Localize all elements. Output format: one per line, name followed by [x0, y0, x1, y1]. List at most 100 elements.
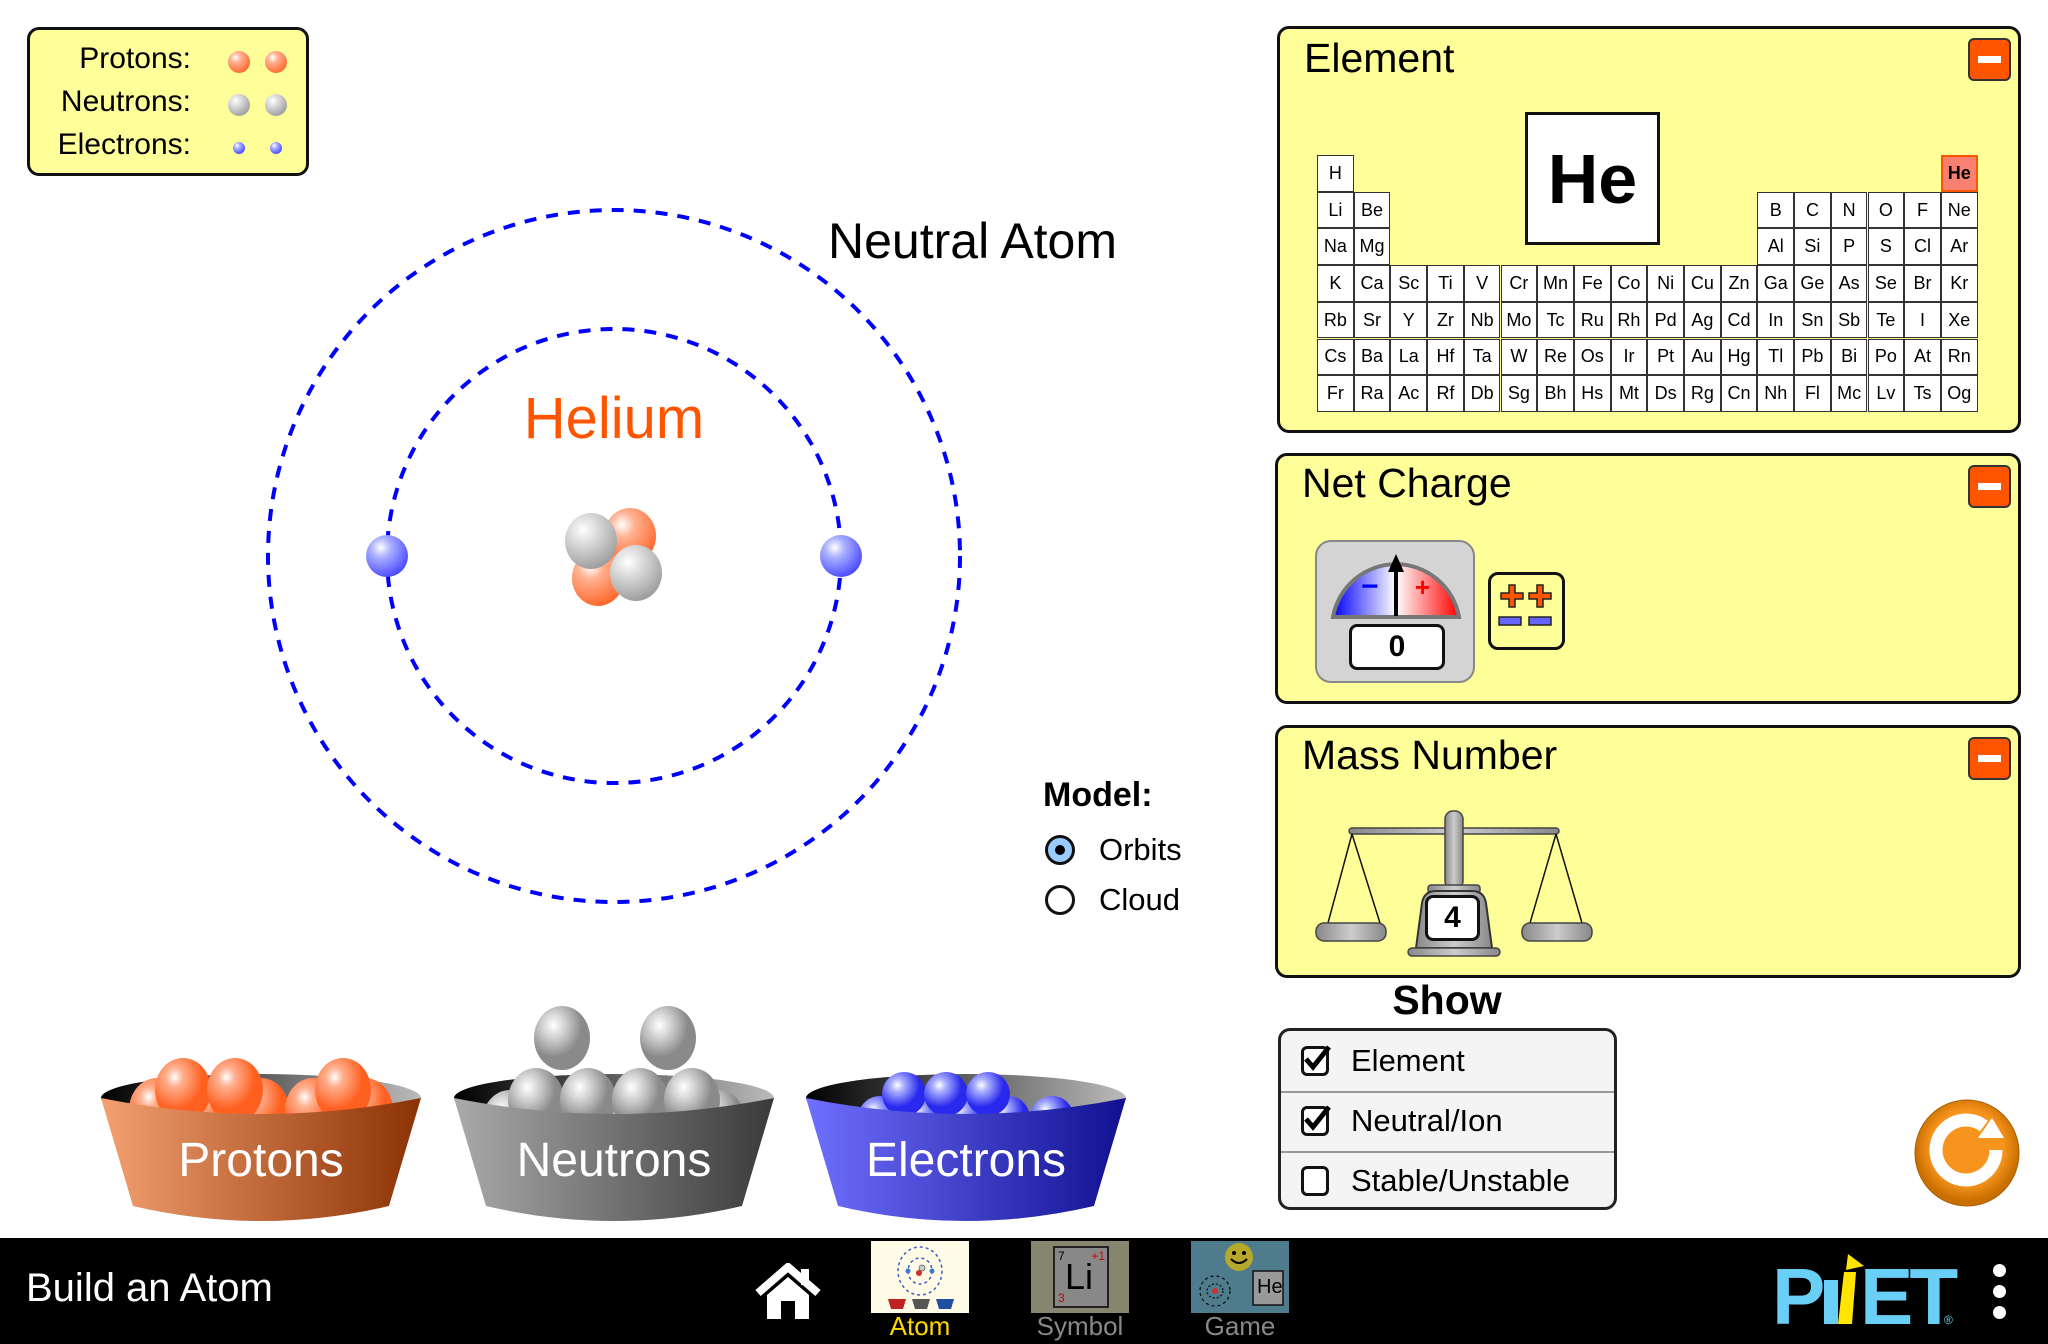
periodic-cell-au[interactable]: Au — [1684, 338, 1721, 376]
periodic-cell-ds[interactable]: Ds — [1647, 375, 1684, 412]
orbits-radio[interactable] — [1045, 835, 1075, 865]
periodic-cell-o[interactable]: O — [1867, 191, 1905, 229]
periodic-cell-cn[interactable]: Cn — [1720, 375, 1758, 412]
periodic-cell-ar[interactable]: Ar — [1940, 228, 1978, 266]
periodic-cell-as[interactable]: As — [1830, 265, 1868, 302]
symbol-screen-tab[interactable]: 7 +1 Li 3 — [1031, 1241, 1129, 1313]
periodic-cell-cu[interactable]: Cu — [1684, 265, 1721, 302]
orbit-electron[interactable] — [820, 535, 862, 577]
home-button[interactable] — [755, 1263, 821, 1321]
periodic-cell-s[interactable]: S — [1867, 228, 1905, 266]
periodic-cell-mc[interactable]: Mc — [1830, 375, 1868, 412]
bucket-neutron[interactable] — [640, 1006, 696, 1070]
checkbox-icon[interactable] — [1301, 1166, 1329, 1196]
cloud-radio-label[interactable]: Cloud — [1099, 882, 1180, 918]
net-charge-panel-minimize-button[interactable] — [1968, 465, 2011, 508]
mass-number-panel-minimize-button[interactable] — [1968, 737, 2011, 780]
periodic-cell-bh[interactable]: Bh — [1537, 375, 1574, 412]
atom-screen-tab[interactable] — [871, 1241, 969, 1313]
periodic-cell-ge[interactable]: Ge — [1794, 265, 1831, 302]
options-menu-button[interactable] — [1993, 1264, 2007, 1319]
periodic-cell-h[interactable]: H — [1317, 155, 1354, 192]
periodic-cell-cl[interactable]: Cl — [1904, 228, 1941, 266]
periodic-cell-sr[interactable]: Sr — [1353, 301, 1391, 339]
periodic-cell-w[interactable]: W — [1500, 338, 1538, 376]
game-tab-label[interactable]: Game — [1170, 1311, 1310, 1342]
game-screen-tab[interactable]: He — [1191, 1241, 1289, 1313]
periodic-cell-c[interactable]: C — [1794, 191, 1831, 229]
periodic-cell-ru[interactable]: Ru — [1573, 301, 1611, 339]
periodic-cell-ac[interactable]: Ac — [1390, 375, 1428, 412]
periodic-cell-k[interactable]: K — [1317, 265, 1354, 302]
show-neutral-ion-checkbox[interactable]: Neutral/Ion — [1281, 1091, 1614, 1151]
periodic-cell-v[interactable]: V — [1463, 265, 1501, 302]
periodic-cell-sb[interactable]: Sb — [1830, 301, 1868, 339]
periodic-cell-f[interactable]: F — [1904, 191, 1941, 229]
periodic-cell-mg[interactable]: Mg — [1353, 228, 1391, 266]
element-panel-minimize-button[interactable] — [1968, 38, 2011, 81]
periodic-cell-ga[interactable]: Ga — [1757, 265, 1795, 302]
periodic-cell-sg[interactable]: Sg — [1500, 375, 1538, 412]
periodic-cell-mn[interactable]: Mn — [1537, 265, 1574, 302]
periodic-cell-hf[interactable]: Hf — [1427, 338, 1464, 376]
periodic-cell-li[interactable]: Li — [1317, 191, 1354, 229]
periodic-cell-he[interactable]: He — [1940, 155, 1978, 192]
periodic-cell-po[interactable]: Po — [1867, 338, 1905, 376]
periodic-cell-n[interactable]: N — [1830, 191, 1868, 229]
periodic-cell-br[interactable]: Br — [1904, 265, 1941, 302]
periodic-cell-lv[interactable]: Lv — [1867, 375, 1905, 412]
bucket-electron[interactable] — [924, 1072, 968, 1116]
periodic-cell-ni[interactable]: Ni — [1647, 265, 1684, 302]
periodic-cell-tc[interactable]: Tc — [1537, 301, 1574, 339]
show-stable-unstable-checkbox[interactable]: Stable/Unstable — [1281, 1151, 1614, 1211]
periodic-cell-xe[interactable]: Xe — [1940, 301, 1978, 339]
orbits-radio-label[interactable]: Orbits — [1099, 832, 1182, 868]
periodic-cell-os[interactable]: Os — [1573, 338, 1611, 376]
periodic-cell-pt[interactable]: Pt — [1647, 338, 1684, 376]
periodic-cell-si[interactable]: Si — [1794, 228, 1831, 266]
periodic-cell-hs[interactable]: Hs — [1573, 375, 1611, 412]
periodic-cell-bi[interactable]: Bi — [1830, 338, 1868, 376]
checkbox-icon[interactable] — [1301, 1105, 1331, 1136]
reset-all-button[interactable] — [1912, 1098, 2022, 1208]
periodic-cell-ag[interactable]: Ag — [1684, 301, 1721, 339]
periodic-cell-ca[interactable]: Ca — [1353, 265, 1391, 302]
periodic-cell-db[interactable]: Db — [1463, 375, 1501, 412]
periodic-cell-re[interactable]: Re — [1537, 338, 1574, 376]
periodic-cell-te[interactable]: Te — [1867, 301, 1905, 339]
periodic-cell-zr[interactable]: Zr — [1427, 301, 1464, 339]
periodic-cell-al[interactable]: Al — [1757, 228, 1795, 266]
checkbox-icon[interactable] — [1301, 1045, 1331, 1076]
neutrons-bucket[interactable] — [454, 1006, 774, 1221]
periodic-cell-mo[interactable]: Mo — [1500, 301, 1538, 339]
periodic-cell-pb[interactable]: Pb — [1794, 338, 1831, 376]
periodic-cell-og[interactable]: Og — [1940, 375, 1978, 412]
periodic-cell-b[interactable]: B — [1757, 191, 1795, 229]
periodic-cell-cr[interactable]: Cr — [1500, 265, 1538, 302]
periodic-cell-be[interactable]: Be — [1353, 191, 1391, 229]
show-element-label[interactable]: Element — [1351, 1043, 1465, 1079]
show-stable-unstable-label[interactable]: Stable/Unstable — [1351, 1163, 1570, 1199]
bucket-electron[interactable] — [966, 1072, 1010, 1116]
nucleus-neutron[interactable] — [610, 545, 662, 601]
periodic-cell-kr[interactable]: Kr — [1940, 265, 1978, 302]
bucket-electron[interactable] — [882, 1072, 926, 1116]
periodic-cell-ra[interactable]: Ra — [1353, 375, 1391, 412]
periodic-cell-ta[interactable]: Ta — [1463, 338, 1501, 376]
periodic-cell-mt[interactable]: Mt — [1610, 375, 1648, 412]
symbol-tab-label[interactable]: Symbol — [1010, 1311, 1150, 1342]
periodic-cell-nh[interactable]: Nh — [1757, 375, 1795, 412]
periodic-cell-rh[interactable]: Rh — [1610, 301, 1648, 339]
periodic-cell-la[interactable]: La — [1390, 338, 1428, 376]
orbit-electron[interactable] — [366, 535, 408, 577]
periodic-cell-rb[interactable]: Rb — [1317, 301, 1354, 339]
periodic-cell-hg[interactable]: Hg — [1720, 338, 1758, 376]
periodic-cell-at[interactable]: At — [1904, 338, 1941, 376]
periodic-cell-ba[interactable]: Ba — [1353, 338, 1391, 376]
periodic-cell-rg[interactable]: Rg — [1684, 375, 1721, 412]
periodic-cell-ne[interactable]: Ne — [1940, 191, 1978, 229]
show-neutral-ion-label[interactable]: Neutral/Ion — [1351, 1103, 1503, 1139]
periodic-cell-ti[interactable]: Ti — [1427, 265, 1464, 302]
periodic-cell-rn[interactable]: Rn — [1940, 338, 1978, 376]
periodic-cell-se[interactable]: Se — [1867, 265, 1905, 302]
